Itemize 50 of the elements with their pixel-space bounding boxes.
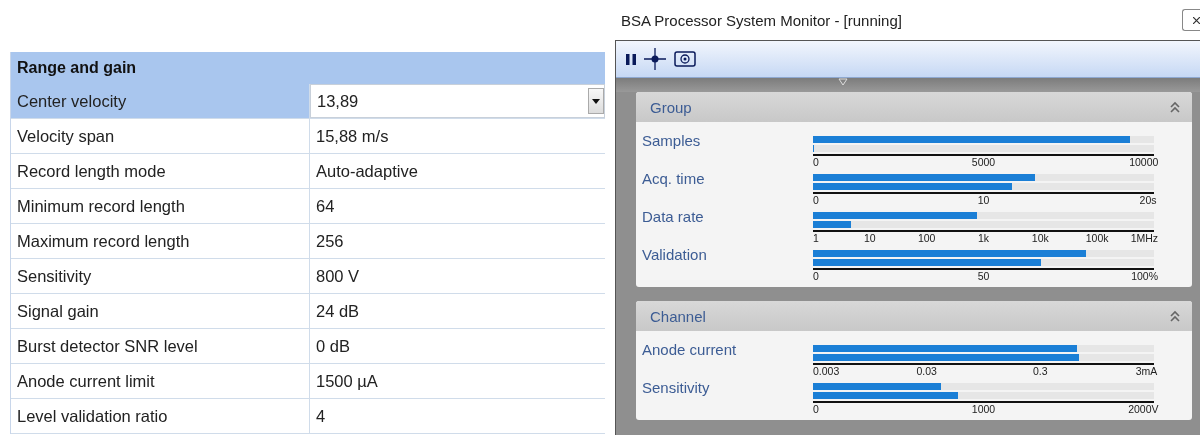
value-dropdown[interactable]: 13,89 xyxy=(310,84,605,118)
panel-title: Channel xyxy=(650,307,706,325)
tick-label: 2000V xyxy=(1128,402,1159,415)
tick-label: 10000 xyxy=(1129,155,1159,168)
tick-label: 1k xyxy=(977,231,990,244)
tick-label: 100k xyxy=(1085,231,1109,244)
tick-label: 0.03 xyxy=(916,364,937,377)
tick-label: 1 xyxy=(813,231,819,244)
section-header: Range and gain xyxy=(11,52,605,84)
meter-label: Sensitivity xyxy=(642,379,711,398)
crosshair-icon xyxy=(644,48,666,70)
meter-label: Validation xyxy=(642,246,708,265)
tick-label: 20s xyxy=(1139,193,1157,206)
camera-icon xyxy=(674,51,696,67)
crosshair-button[interactable] xyxy=(644,48,666,70)
tick-label: 100% xyxy=(1131,269,1159,282)
meter-label: Anode current xyxy=(642,341,738,360)
meter-label: Data rate xyxy=(642,208,705,227)
panel-header[interactable]: Group xyxy=(636,92,1192,122)
splitter-triangle-icon[interactable] xyxy=(838,78,848,86)
tick-label: 3mA xyxy=(1135,364,1158,377)
meter-label: Samples xyxy=(642,132,702,151)
collapse-icon[interactable] xyxy=(1170,310,1180,322)
tick-label: 100 xyxy=(917,231,936,244)
tick-label: 10k xyxy=(1031,231,1049,244)
panel-header[interactable]: Channel xyxy=(636,301,1192,331)
tick-label: 50 xyxy=(977,269,990,282)
tick-label: 5000 xyxy=(971,155,996,168)
tick-label: 0 xyxy=(813,402,819,415)
tick-label: 0 xyxy=(813,155,819,168)
pause-button[interactable] xyxy=(626,53,636,65)
tick-label: 0.003 xyxy=(813,364,840,377)
pause-icon xyxy=(626,53,636,65)
collapse-icon[interactable] xyxy=(1170,101,1180,113)
tick-label: 0.3 xyxy=(1033,364,1048,377)
window-title: BSA Processor System Monitor - [running] xyxy=(621,11,902,29)
dropdown-button[interactable] xyxy=(588,88,604,114)
tick-label: 10 xyxy=(864,231,876,244)
tick-label: 1MHz xyxy=(1130,231,1159,244)
close-button[interactable] xyxy=(1182,9,1200,31)
caret-icon xyxy=(592,98,600,104)
tick-label: 0 xyxy=(813,269,819,282)
tick-label: 10 xyxy=(977,193,990,206)
tick-label: 1000 xyxy=(971,402,996,415)
panel-title: Group xyxy=(650,98,692,116)
property-name[interactable]: Center velocity xyxy=(11,84,310,118)
snapshot-button[interactable] xyxy=(674,51,696,67)
tick-label: 0 xyxy=(813,193,819,206)
close-icon xyxy=(1193,16,1200,24)
meter-label: Acq. time xyxy=(642,170,706,189)
